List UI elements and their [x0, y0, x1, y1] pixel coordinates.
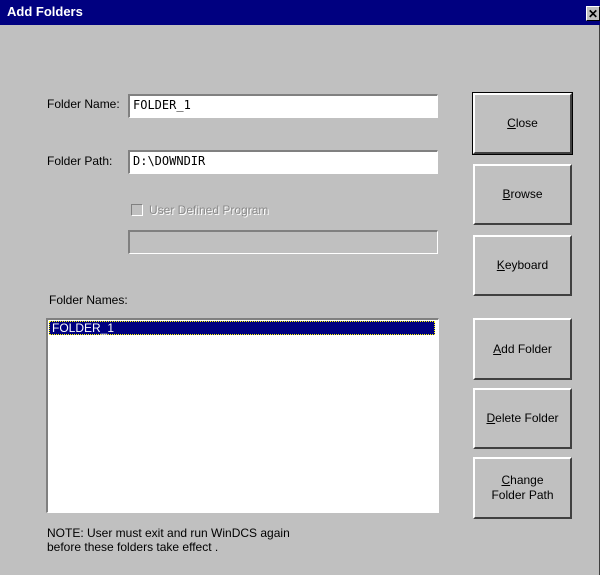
- user-defined-program-label: User Defined Program: [149, 203, 269, 217]
- change-folder-path-button[interactable]: Change Folder Path: [473, 457, 572, 519]
- folder-path-label: Folder Path:: [47, 154, 113, 168]
- folder-names-label: Folder Names:: [49, 293, 128, 307]
- window-title: Add Folders: [7, 4, 83, 19]
- note-line-2: before these folders take effect .: [47, 540, 219, 554]
- delete-folder-button[interactable]: Delete Folder: [473, 388, 572, 449]
- folder-names-listbox[interactable]: FOLDER_1: [46, 318, 439, 513]
- checkbox-box[interactable]: [131, 204, 143, 216]
- folder-name-input[interactable]: FOLDER_1: [128, 94, 438, 118]
- list-item-selected[interactable]: FOLDER_1: [49, 321, 435, 335]
- user-defined-program-checkbox[interactable]: User Defined Program: [131, 203, 268, 217]
- user-defined-program-input: [128, 230, 438, 254]
- title-bar[interactable]: Add Folders ✕: [0, 0, 600, 25]
- browse-button[interactable]: Browse: [473, 164, 572, 225]
- keyboard-button[interactable]: Keyboard: [473, 235, 572, 296]
- close-button[interactable]: Close: [472, 92, 573, 155]
- folder-name-value: FOLDER_1: [133, 98, 191, 112]
- folder-path-value: D:\DOWNDIR: [133, 154, 206, 168]
- folder-name-label: Folder Name:: [47, 97, 120, 111]
- close-window-icon[interactable]: ✕: [586, 6, 600, 21]
- folder-path-input[interactable]: D:\DOWNDIR: [128, 150, 438, 174]
- note-line-1: NOTE: User must exit and run WinDCS agai…: [47, 526, 290, 540]
- add-folders-dialog: Add Folders ✕ Folder Name: FOLDER_1 Fold…: [0, 0, 600, 575]
- restart-note: NOTE: User must exit and run WinDCS agai…: [47, 526, 290, 554]
- add-folder-button[interactable]: Add Folder: [473, 318, 572, 380]
